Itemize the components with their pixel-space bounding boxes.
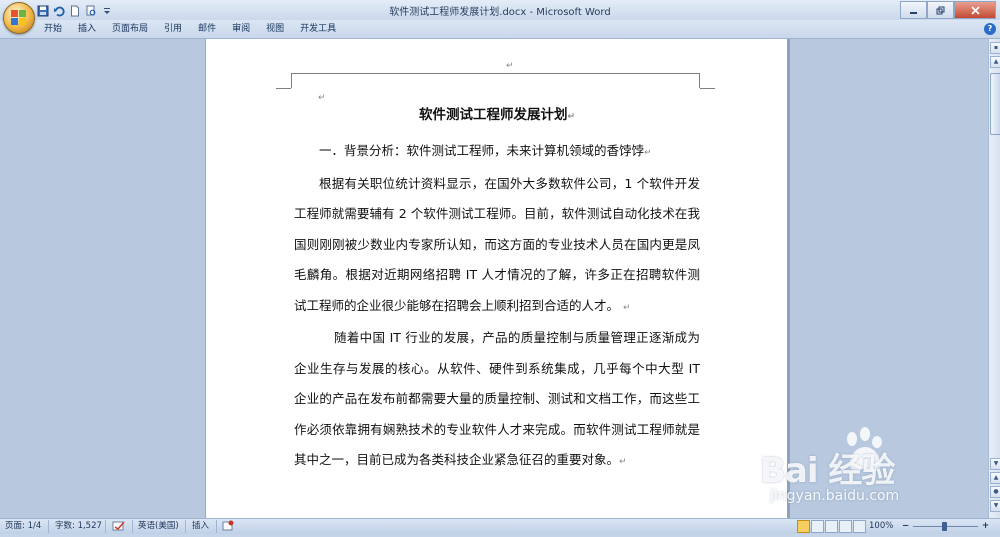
status-separator — [105, 520, 106, 533]
previous-page-icon[interactable]: ▲ — [990, 472, 1000, 484]
body-paragraph: 随着中国 IT 行业的发展，产品的质量控制与质量管理正逐渐成为企业生存与发展的核… — [294, 330, 700, 467]
restore-button[interactable] — [927, 1, 954, 19]
word-count[interactable]: 字数: 1,527 — [55, 520, 102, 533]
outline-view-icon[interactable] — [839, 520, 852, 533]
tab-home[interactable]: 开始 — [36, 20, 70, 38]
body-paragraph: 根据有关职位统计资料显示，在国外大多数软件公司，1 个软件开发工程师就需要辅有 … — [294, 175, 700, 313]
insert-mode[interactable]: 插入 — [192, 520, 209, 533]
restore-icon — [936, 6, 945, 14]
tab-view[interactable]: 视图 — [258, 20, 292, 38]
zoom-slider-handle[interactable] — [942, 522, 947, 531]
body-start-paragraph-mark: ↵ — [318, 93, 326, 103]
crop-mark-top-left-h — [276, 88, 291, 90]
page-shadow — [787, 39, 790, 518]
ruler-toggle-icon[interactable]: ▪ — [990, 42, 1000, 54]
crop-mark-top-right — [699, 73, 701, 88]
ribbon: 开始 插入 页面布局 引用 邮件 审阅 视图 开发工具 ? — [0, 20, 1000, 39]
scroll-thumb[interactable] — [990, 73, 1000, 135]
zoom-out-button[interactable]: − — [902, 520, 909, 533]
scroll-up-button[interactable]: ▲ — [990, 56, 1000, 68]
tab-developer[interactable]: 开发工具 — [292, 20, 344, 38]
document-page[interactable]: ↵ ↵ 软件测试工程师发展计划↵ 一．背景分析：软件测试工程师，未来计算机领域的… — [205, 39, 789, 518]
draft-view-icon[interactable] — [853, 520, 866, 533]
title-bar: 软件测试工程师发展计划.docx - Microsoft Word — [0, 0, 1000, 20]
ribbon-tabs: 开始 插入 页面布局 引用 邮件 审阅 视图 开发工具 — [36, 20, 344, 38]
browse-object-icon[interactable]: ● — [990, 486, 1000, 498]
close-icon — [970, 5, 980, 15]
office-logo-icon — [11, 10, 27, 26]
proofing-icon[interactable] — [112, 520, 126, 533]
zoom-level[interactable]: 100% — [869, 520, 893, 533]
print-layout-view-icon[interactable] — [797, 520, 810, 533]
document-workspace: ↵ ↵ 软件测试工程师发展计划↵ 一．背景分析：软件测试工程师，未来计算机领域的… — [0, 39, 988, 518]
status-bar: 页面: 1/4 字数: 1,527 英语(美国) 插入 100% − + — [0, 518, 1000, 534]
minimize-button[interactable] — [900, 1, 927, 19]
vertical-scrollbar[interactable]: ▪ ▲ ▼ ▲ ● ▼ — [988, 39, 1000, 518]
status-separator — [185, 520, 186, 533]
close-button[interactable] — [954, 1, 996, 19]
full-screen-reading-icon[interactable] — [811, 520, 824, 533]
tab-page-layout[interactable]: 页面布局 — [104, 20, 156, 38]
help-icon[interactable]: ? — [984, 23, 996, 35]
document-title: 软件测试工程师发展计划↵ — [418, 107, 576, 123]
tab-insert[interactable]: 插入 — [70, 20, 104, 38]
tab-mailings[interactable]: 邮件 — [190, 20, 224, 38]
crop-mark-top-left — [291, 73, 293, 88]
zoom-in-button[interactable]: + — [982, 520, 989, 533]
window-controls — [900, 1, 996, 19]
header-paragraph-mark: ↵ — [506, 61, 514, 71]
macro-record-icon[interactable] — [222, 520, 234, 533]
crop-mark-top-right-h — [700, 88, 715, 90]
tab-review[interactable]: 审阅 — [224, 20, 258, 38]
language-indicator[interactable]: 英语(美国) — [138, 520, 179, 533]
web-layout-icon[interactable] — [825, 520, 838, 533]
minimize-icon — [910, 11, 917, 14]
next-page-icon[interactable]: ▼ — [990, 500, 1000, 512]
status-separator — [132, 520, 133, 533]
section-heading: 一．背景分析：软件测试工程师，未来计算机领域的香饽饽↵ — [319, 143, 652, 158]
window-title: 软件测试工程师发展计划.docx - Microsoft Word — [389, 7, 611, 18]
tab-references[interactable]: 引用 — [156, 20, 190, 38]
status-separator — [216, 520, 217, 533]
scroll-down-button[interactable]: ▼ — [990, 458, 1000, 470]
document-body: 软件测试工程师发展计划↵ 一．背景分析：软件测试工程师，未来计算机领域的香饽饽↵… — [294, 105, 700, 478]
page-count[interactable]: 页面: 1/4 — [5, 520, 41, 533]
header-line — [292, 73, 699, 75]
status-separator — [48, 520, 49, 533]
office-button[interactable] — [3, 2, 35, 34]
